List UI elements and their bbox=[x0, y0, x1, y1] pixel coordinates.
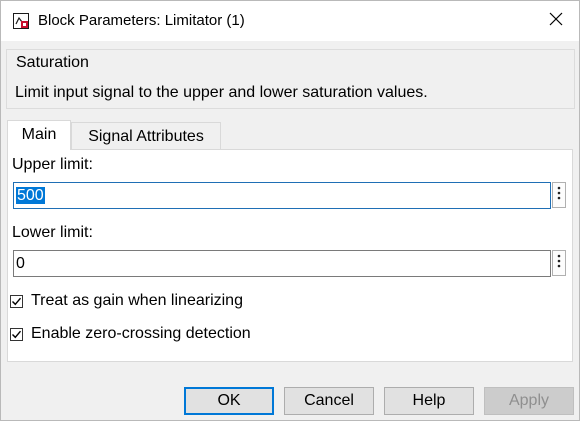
upper-limit-value: 500 bbox=[16, 187, 45, 204]
lower-limit-label: Lower limit: bbox=[12, 224, 93, 241]
upper-limit-more-button[interactable] bbox=[552, 182, 566, 208]
window-title: Block Parameters: Limitator (1) bbox=[38, 12, 245, 29]
lower-limit-more-button[interactable] bbox=[552, 250, 566, 276]
ok-button[interactable]: OK bbox=[184, 387, 274, 415]
block-parameters-dialog: Block Parameters: Limitator (1) Saturati… bbox=[0, 0, 580, 421]
lower-limit-input[interactable]: 0 bbox=[13, 250, 551, 277]
apply-button[interactable]: Apply bbox=[484, 387, 574, 415]
cancel-button[interactable]: Cancel bbox=[284, 387, 374, 415]
zero-crossing-row[interactable]: Enable zero-crossing detection bbox=[10, 324, 251, 344]
checkmark-icon bbox=[12, 297, 22, 305]
block-description-group: Saturation Limit input signal to the upp… bbox=[6, 49, 575, 109]
upper-limit-input[interactable]: 500 bbox=[13, 182, 551, 209]
vertical-ellipsis-icon bbox=[557, 254, 561, 273]
tab-main[interactable]: Main bbox=[7, 120, 71, 150]
close-button[interactable] bbox=[533, 1, 579, 41]
simulink-block-icon bbox=[13, 13, 29, 29]
vertical-ellipsis-icon bbox=[557, 186, 561, 205]
treat-as-gain-label: Treat as gain when linearizing bbox=[31, 292, 243, 309]
title-bar[interactable]: Block Parameters: Limitator (1) bbox=[1, 1, 579, 41]
block-description: Limit input signal to the upper and lowe… bbox=[15, 84, 428, 101]
checkmark-icon bbox=[12, 330, 22, 338]
help-button[interactable]: Help bbox=[384, 387, 474, 415]
upper-limit-label: Upper limit: bbox=[12, 156, 93, 173]
lower-limit-value: 0 bbox=[16, 255, 25, 272]
zero-crossing-checkbox[interactable] bbox=[10, 327, 23, 341]
tab-signal-attributes[interactable]: Signal Attributes bbox=[71, 122, 221, 149]
zero-crossing-label: Enable zero-crossing detection bbox=[31, 325, 251, 342]
treat-as-gain-checkbox[interactable] bbox=[10, 294, 23, 308]
treat-as-gain-row[interactable]: Treat as gain when linearizing bbox=[10, 291, 243, 311]
close-icon bbox=[549, 12, 563, 31]
block-type-title: Saturation bbox=[16, 54, 89, 71]
